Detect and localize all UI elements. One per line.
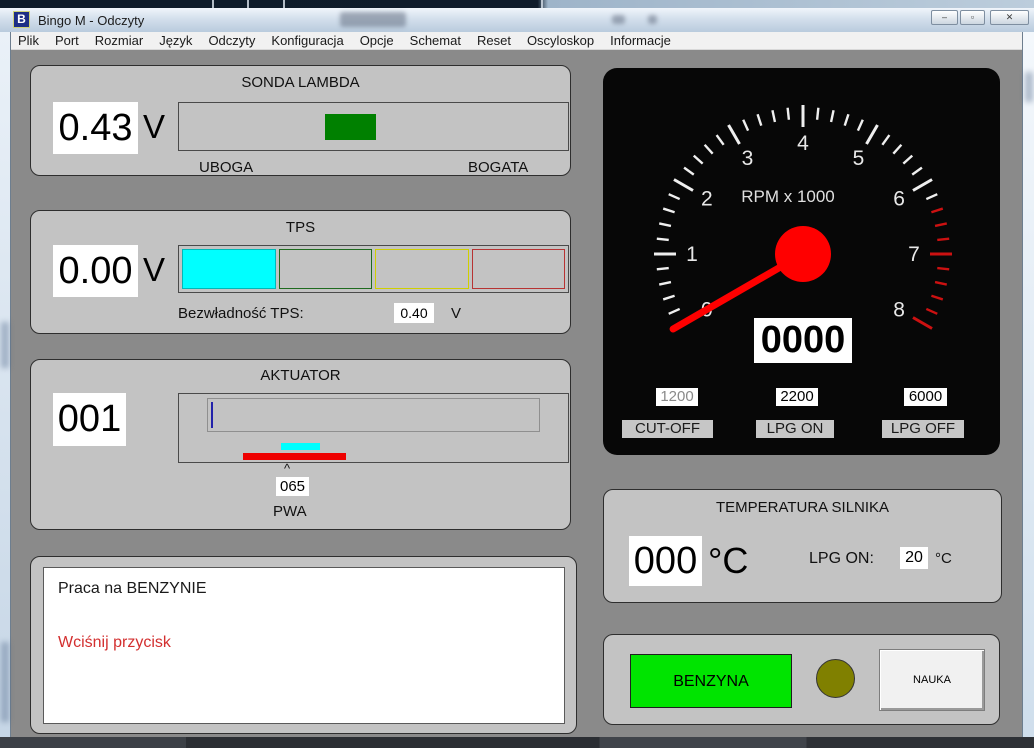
lambda-marker (325, 114, 376, 140)
alert-message: Wciśnij przycisk (58, 634, 171, 652)
menu-item-oscyloskop[interactable]: Oscyloskop (519, 33, 602, 48)
temperature-value-display: 000 (629, 536, 702, 586)
menu-item-port[interactable]: Port (47, 33, 87, 48)
svg-text:2: 2 (701, 188, 713, 211)
aktuator-cyan-bar (281, 443, 320, 450)
lambda-title: SONDA LAMBDA (31, 74, 570, 91)
window-frame-left (0, 32, 11, 737)
aero-glass-ghost (340, 12, 406, 27)
temperature-title: TEMPERATURA SILNIKA (604, 499, 1001, 516)
window-frame-right (1022, 32, 1034, 737)
status-lamp (816, 659, 855, 698)
lambda-rich-label: BOGATA (468, 159, 528, 176)
menu-item-jzyk[interactable]: Język (151, 33, 200, 48)
title-bar: B Bingo M - Odczyty – ▫ ✕ (0, 8, 1034, 33)
background-windows-strip (0, 0, 1034, 8)
menu-item-schemat[interactable]: Schemat (402, 33, 469, 48)
aktuator-pointer-value: 065 (276, 477, 309, 496)
background-tab-separator (212, 0, 214, 8)
frame-reflection (1, 642, 9, 722)
aktuator-panel: AKTUATOR 001 ^ 065 PWA (30, 359, 571, 530)
cutoff-label: CUT-OFF (622, 420, 713, 438)
background-tab-separator (541, 0, 543, 8)
menu-bar: PlikPortRozmiarJęzykOdczytyKonfiguracjaO… (10, 32, 1022, 50)
lpg-on-rpm-field[interactable]: 2200 (776, 388, 818, 406)
lambda-panel: SONDA LAMBDA 0.43 V UBOGA BOGATA (30, 65, 571, 176)
tps-title: TPS (31, 219, 570, 236)
background-tab-separator (247, 0, 249, 8)
lambda-bar (178, 102, 569, 151)
status-message: Praca na BENZYNIE (58, 580, 207, 598)
lpg-on-temp-unit: °C (935, 550, 952, 567)
tps-value-display: 0.00 (53, 245, 138, 297)
fuel-panel: BENZYNA NAUKA (603, 634, 1000, 725)
lpg-on-temp-label: LPG ON: (809, 550, 874, 568)
screen: B Bingo M - Odczyty – ▫ ✕ PlikPortRozmia… (0, 0, 1034, 748)
svg-text:RPM x 1000: RPM x 1000 (741, 187, 835, 206)
aero-glass-ghost (612, 15, 625, 24)
svg-text:7: 7 (908, 243, 920, 266)
lpg-off-rpm-field[interactable]: 6000 (904, 388, 947, 406)
tps-unit: V (143, 251, 165, 289)
window-frame-bottom (0, 737, 1034, 748)
rpm-display: 0000 (754, 318, 852, 363)
svg-text:3: 3 (742, 147, 754, 170)
aktuator-value-display: 001 (53, 393, 126, 446)
lpg-on-temp-field[interactable]: 20 (900, 547, 928, 569)
svg-text:8: 8 (893, 299, 905, 322)
svg-text:5: 5 (853, 147, 865, 170)
minimize-button[interactable]: – (931, 10, 958, 25)
menu-item-konfiguracja[interactable]: Konfiguracja (263, 33, 351, 48)
frame-reflection (1, 322, 9, 368)
aktuator-red-bar (243, 453, 346, 460)
svg-text:4: 4 (797, 132, 809, 155)
rpm-gauge-panel: 012345678RPM x 1000 0000 1200 2200 6000 … (603, 68, 1000, 455)
tps-inertia-unit: V (451, 305, 461, 322)
lambda-unit: V (143, 108, 165, 146)
tps-inertia-field[interactable]: 0.40 (394, 303, 434, 323)
menu-item-reset[interactable]: Reset (469, 33, 519, 48)
tps-bar (178, 245, 569, 293)
message-area: Praca na BENZYNIE Wciśnij przycisk (43, 567, 565, 724)
svg-text:6: 6 (893, 188, 905, 211)
temperature-panel: TEMPERATURA SILNIKA 000 °C LPG ON: 20 °C (603, 489, 1002, 603)
lpg-off-label: LPG OFF (882, 420, 964, 438)
aktuator-axis-label: PWA (273, 503, 307, 520)
maximize-button[interactable]: ▫ (960, 10, 985, 25)
aktuator-trough (207, 398, 540, 432)
cutoff-rpm-field[interactable]: 1200 (656, 388, 698, 406)
lpg-on-label: LPG ON (756, 420, 834, 438)
lambda-value-display: 0.43 (53, 102, 138, 154)
menu-item-informacje[interactable]: Informacje (602, 33, 679, 48)
frame-reflection (1025, 72, 1033, 102)
aero-glass-ghost (648, 15, 657, 24)
menu-item-plik[interactable]: Plik (10, 33, 47, 48)
learn-button[interactable]: NAUKA (879, 649, 985, 711)
window-title: Bingo M - Odczyty (38, 13, 144, 28)
lambda-lean-label: UBOGA (199, 159, 253, 176)
tps-segment-2 (279, 249, 373, 289)
tps-panel: TPS 0.00 V Bezwładność TPS: 0.40 V (30, 210, 571, 334)
app-icon: B (14, 12, 29, 27)
temperature-unit: °C (708, 540, 748, 582)
aktuator-title: AKTUATOR (31, 367, 570, 384)
menu-item-opcje[interactable]: Opcje (352, 33, 402, 48)
aktuator-caret: ^ (284, 461, 290, 476)
menu-item-odczyty[interactable]: Odczyty (200, 33, 263, 48)
tps-segment-1 (182, 249, 276, 289)
aktuator-frame (178, 393, 569, 463)
aktuator-cursor (211, 402, 213, 428)
background-tab-separator (283, 0, 285, 8)
fuel-mode-button[interactable]: BENZYNA (630, 654, 792, 708)
tps-inertia-label: Bezwładność TPS: (178, 305, 304, 322)
close-button[interactable]: ✕ (990, 10, 1029, 25)
message-panel: Praca na BENZYNIE Wciśnij przycisk (30, 556, 577, 734)
tps-segment-3 (375, 249, 469, 289)
menu-item-rozmiar[interactable]: Rozmiar (87, 33, 151, 48)
svg-text:1: 1 (686, 243, 698, 266)
tps-segment-4 (472, 249, 566, 289)
